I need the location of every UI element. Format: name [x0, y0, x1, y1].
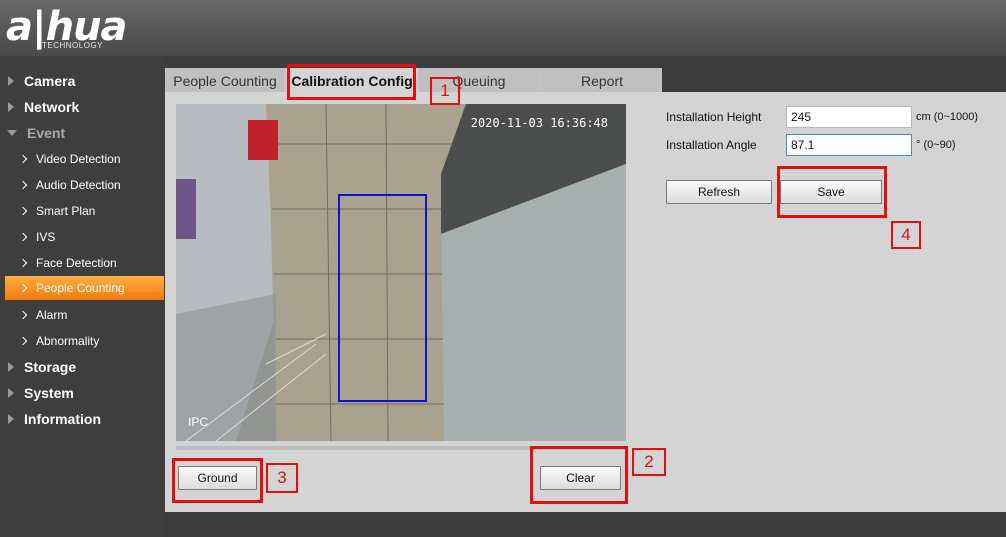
- installation-height-unit: cm (0~1000): [916, 111, 979, 123]
- annotation-number: 2: [632, 448, 666, 476]
- logo-subtitle: TECHNOLOGY: [42, 41, 104, 50]
- sidebar-item-network[interactable]: Network: [0, 95, 165, 119]
- sidebar-item-label: Storage: [24, 359, 77, 375]
- sidebar-item-label: System: [24, 385, 74, 401]
- chevron-right-icon: [18, 206, 28, 216]
- installation-height-label: Installation Height: [666, 110, 762, 124]
- camera-scene: [176, 104, 626, 441]
- video-timestamp: 2020-11-03 16:36:48: [470, 116, 608, 130]
- chevron-right-icon: [18, 258, 28, 268]
- chevron-right-icon: [18, 283, 28, 293]
- annotation-number: 3: [266, 463, 298, 493]
- brand-logo: a|hua TECHNOLOGY: [6, 4, 146, 52]
- sidebar-item-label: Video Detection: [36, 152, 121, 166]
- chevron-right-icon: [18, 336, 28, 346]
- caret-down-icon: [7, 130, 17, 136]
- chevron-right-icon: [18, 180, 28, 190]
- installation-angle-unit: ° (0~90): [916, 139, 956, 151]
- sidebar-item-label: People Counting: [36, 281, 125, 295]
- refresh-button[interactable]: Refresh: [666, 180, 772, 204]
- annotation-box-clear: [530, 446, 628, 504]
- annotation-box-ground: [172, 458, 263, 503]
- header-bar: a|hua TECHNOLOGY: [0, 0, 1006, 56]
- sidebar-item-ivs[interactable]: IVS: [0, 225, 165, 249]
- sidebar-item-label: Face Detection: [36, 256, 117, 270]
- chevron-right-icon: [18, 154, 28, 164]
- sidebar-item-label: Alarm: [36, 308, 68, 322]
- sidebar-item-smart-plan[interactable]: Smart Plan: [0, 199, 165, 223]
- sidebar-item-alarm[interactable]: Alarm: [0, 303, 165, 327]
- sidebar-item-label: IVS: [36, 230, 56, 244]
- sidebar-item-information[interactable]: Information: [0, 407, 165, 431]
- sidebar-item-abnormality[interactable]: Abnormality: [0, 329, 165, 353]
- tab-people-counting[interactable]: People Counting: [166, 68, 284, 93]
- sidebar-item-label: Camera: [24, 73, 76, 89]
- channel-label: IPC: [188, 415, 209, 429]
- chevron-right-icon: [18, 232, 28, 242]
- caret-right-icon: [8, 76, 14, 86]
- sidebar-item-label: Smart Plan: [36, 204, 96, 218]
- caret-right-icon: [8, 362, 14, 372]
- sidebar-item-label: Information: [24, 411, 101, 427]
- installation-height-input[interactable]: [786, 106, 912, 128]
- sidebar-item-audio-detection[interactable]: Audio Detection: [0, 173, 165, 197]
- annotation-box-save: [777, 166, 887, 218]
- tab-report[interactable]: Report: [542, 68, 662, 93]
- installation-angle-input[interactable]: [786, 134, 912, 156]
- sidebar-item-system[interactable]: System: [0, 381, 165, 405]
- sidebar-item-camera[interactable]: Camera: [0, 69, 165, 93]
- sidebar-item-face-detection[interactable]: Face Detection: [0, 251, 165, 275]
- sidebar-item-label: Audio Detection: [36, 178, 121, 192]
- annotation-number: 4: [891, 221, 921, 249]
- caret-right-icon: [8, 388, 14, 398]
- sidebar-item-video-detection[interactable]: Video Detection: [0, 147, 165, 171]
- video-preview[interactable]: 2020-11-03 16:36:48 IPC: [176, 104, 626, 441]
- app-window: a|hua TECHNOLOGY Camera Network Event Vi…: [0, 0, 1006, 537]
- sidebar-item-people-counting[interactable]: People Counting: [5, 276, 164, 300]
- sidebar: Camera Network Event Video Detection Aud…: [0, 56, 165, 537]
- caret-right-icon: [8, 102, 14, 112]
- sidebar-item-event[interactable]: Event: [0, 121, 165, 145]
- sidebar-item-label: Abnormality: [36, 334, 100, 348]
- installation-angle-label: Installation Angle: [666, 138, 757, 152]
- sidebar-item-storage[interactable]: Storage: [0, 355, 165, 379]
- sidebar-item-label: Event: [27, 125, 66, 141]
- sidebar-item-label: Network: [24, 99, 80, 115]
- annotation-number: 1: [430, 77, 460, 105]
- annotation-box-calibration-tab: [287, 64, 416, 100]
- caret-right-icon: [8, 414, 14, 424]
- chevron-right-icon: [18, 310, 28, 320]
